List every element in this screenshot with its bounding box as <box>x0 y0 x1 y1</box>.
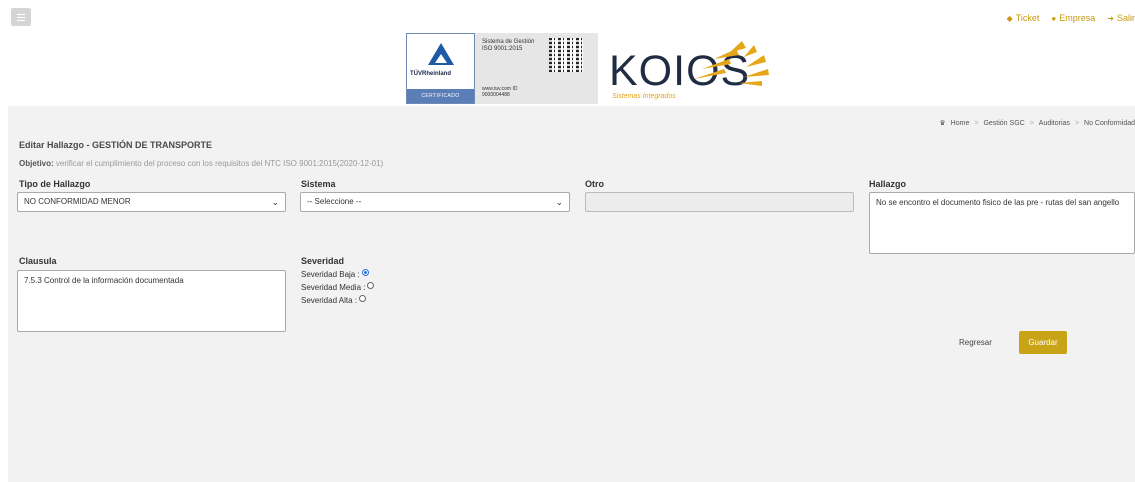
breadcrumb-current: No Conformidad <box>1084 119 1135 127</box>
breadcrumb-auditorias[interactable]: Auditorias <box>1039 120 1070 127</box>
chevron-down-icon: ⌄ <box>271 197 279 207</box>
sistema-label: Sistema <box>301 179 336 189</box>
severidad-media-radio[interactable] <box>367 282 375 289</box>
sistema-select[interactable]: -- Seleccione -- ⌄ <box>300 192 570 212</box>
ticket-link-label: Ticket <box>1015 13 1040 23</box>
sistema-value: -- Seleccione -- <box>307 197 362 206</box>
tuv-logo: TÜVRheinland CERTIFICADO <box>406 33 475 104</box>
top-bar: ◆ Ticket ● Empresa ➜ Salir TÜVRheinland … <box>0 0 1135 104</box>
hamburger-icon <box>17 16 25 18</box>
certification-banner: TÜVRheinland CERTIFICADO Sistema de Gest… <box>406 33 788 104</box>
iso-block: Sistema de Gestión ISO 9001:2015 www.tuv… <box>475 33 537 104</box>
ticket-link[interactable]: ◆ Ticket <box>1007 13 1040 23</box>
severidad-media-option[interactable]: Severidad Media : <box>301 282 375 292</box>
tipo-hallazgo-label: Tipo de Hallazgo <box>19 179 91 189</box>
koios-logo: KOIOS Sistemas Integrados <box>598 33 788 104</box>
salir-link[interactable]: ➜ Salir <box>1107 13 1135 23</box>
hallazgo-textarea[interactable]: No se encontro el documento fisico de la… <box>869 192 1135 254</box>
otro-input[interactable] <box>585 192 854 212</box>
tipo-hallazgo-value: NO CONFORMIDAD MENOR <box>24 197 131 206</box>
severidad-alta-option[interactable]: Severidad Alta : <box>301 295 367 305</box>
empresa-link-label: Empresa <box>1059 13 1096 23</box>
breadcrumb-gestion[interactable]: Gestión SGC <box>983 120 1024 127</box>
main-content: ♛ Home > Gestión SGC > Auditorias > No C… <box>8 106 1135 482</box>
clausula-textarea[interactable]: 7.5.3 Control de la información document… <box>17 270 286 332</box>
severidad-media-label: Severidad Media : <box>301 283 366 292</box>
top-links: ◆ Ticket ● Empresa ➜ Salir <box>1007 13 1135 23</box>
page-title: Editar Hallazgo - GESTIÓN DE TRANSPORTE <box>19 140 213 150</box>
clausula-label: Clausula <box>19 256 57 266</box>
objetivo-text: verificar el cumplimiento del proceso co… <box>55 159 384 168</box>
sun-rays-icon <box>694 41 769 86</box>
severidad-baja-radio[interactable] <box>361 269 369 276</box>
severidad-baja-option[interactable]: Severidad Baja : <box>301 269 369 279</box>
severidad-alta-radio[interactable] <box>359 295 367 302</box>
tipo-hallazgo-select[interactable]: NO CONFORMIDAD MENOR ⌄ <box>17 192 286 212</box>
regresar-button[interactable]: Regresar <box>959 338 992 347</box>
brand-subtitle: Sistemas Integrados <box>612 93 676 100</box>
severidad-baja-label: Severidad Baja : <box>301 270 360 279</box>
otro-label: Otro <box>585 179 604 189</box>
home-icon: ♛ <box>939 120 946 127</box>
breadcrumb: ♛ Home > Gestión SGC > Auditorias > No C… <box>939 119 1135 128</box>
tuv-name: TÜVRheinland <box>410 71 452 77</box>
severidad-alta-label: Severidad Alta : <box>301 296 358 305</box>
iso-web: www.tuv.com ID 9000004488 <box>482 86 518 98</box>
salir-link-label: Salir <box>1116 13 1135 23</box>
empresa-link[interactable]: ● Empresa <box>1051 13 1095 23</box>
severidad-label: Severidad <box>301 256 345 266</box>
objetivo-label: Objetivo: <box>19 159 54 168</box>
tuv-cert-label: CERTIFICADO <box>407 89 474 103</box>
sign-out-icon: ➜ <box>1107 13 1114 23</box>
iso-text: Sistema de Gestión ISO 9001:2015 <box>482 39 535 52</box>
breadcrumb-home[interactable]: Home <box>951 120 970 127</box>
menu-toggle-button[interactable] <box>11 8 31 26</box>
user-icon: ● <box>1051 13 1057 23</box>
chevron-down-icon: ⌄ <box>555 197 563 207</box>
tag-icon: ◆ <box>1006 13 1013 23</box>
guardar-button[interactable]: Guardar <box>1019 331 1067 354</box>
objetivo-line: Objetivo: verificar el cumplimiento del … <box>19 159 383 168</box>
qr-code-icon <box>537 33 598 104</box>
hallazgo-label: Hallazgo <box>869 179 907 189</box>
